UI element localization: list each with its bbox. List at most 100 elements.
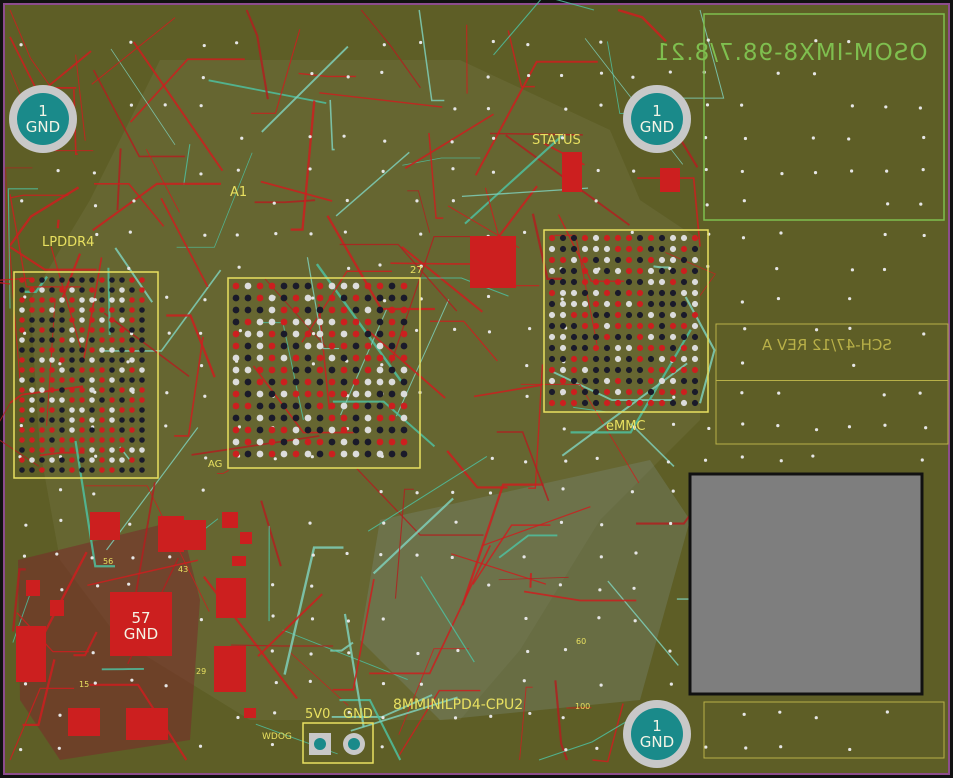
bga-ball (49, 357, 55, 363)
pcb-artwork[interactable] (0, 0, 953, 778)
via (486, 75, 490, 79)
bga-ball (548, 311, 556, 319)
bga-ball (570, 366, 578, 374)
bga-ball (109, 457, 115, 463)
bga-ball (79, 277, 85, 283)
bga-ball (680, 300, 688, 308)
bga-ball (614, 377, 622, 385)
bga-ball (59, 337, 65, 343)
bga-ball (280, 306, 288, 314)
bga-ball (316, 330, 324, 338)
bga-ball (570, 311, 578, 319)
bga-ball (592, 333, 600, 341)
smd-pad (244, 708, 256, 718)
via (486, 107, 491, 111)
via (564, 459, 568, 463)
bga-ball (19, 307, 25, 313)
bga-ball (244, 294, 252, 302)
bga-ball (603, 289, 611, 297)
connector-pin-gnd[interactable] (343, 733, 365, 755)
bga-ball (89, 457, 95, 463)
bga-ball (49, 367, 55, 373)
via (95, 232, 99, 237)
via (776, 71, 780, 75)
bga-ball (119, 437, 125, 443)
bga-ball (340, 294, 348, 302)
bga-ball (39, 327, 45, 333)
bga-ball (59, 417, 65, 423)
via (19, 43, 23, 47)
via (779, 231, 783, 235)
via (273, 711, 277, 715)
via (594, 199, 598, 203)
bga-ball (340, 402, 348, 410)
via (126, 360, 130, 364)
connector-pin-5v0[interactable] (309, 733, 331, 755)
via (383, 139, 387, 143)
bga-ball (680, 245, 688, 253)
smd-pad (222, 512, 238, 528)
via (347, 266, 351, 270)
bga-ball (592, 278, 600, 286)
capacitor-array[interactable] (470, 236, 516, 288)
bga-ball (109, 317, 115, 323)
bga-ball (614, 245, 622, 253)
bga-ball (340, 450, 348, 458)
bga-ball (614, 322, 622, 330)
via (453, 716, 458, 720)
bga-ball (388, 426, 396, 434)
bga-ball (570, 256, 578, 264)
bga-ball (292, 426, 300, 434)
bga-ball (669, 289, 677, 297)
bga-ball (581, 256, 589, 264)
bga-ball (256, 330, 264, 338)
bga-ball (340, 366, 348, 374)
bga-ball (364, 366, 372, 374)
bga-ball (268, 402, 276, 410)
bga-ball (400, 294, 408, 302)
bga-ball (680, 377, 688, 385)
bga-ball (364, 354, 372, 362)
via (562, 427, 566, 431)
bga-ball (680, 388, 688, 396)
bga-ball (352, 426, 360, 434)
via (883, 232, 887, 237)
bga-ball (570, 234, 578, 242)
via (525, 363, 529, 368)
bga-ball (581, 377, 589, 385)
bga-ball (304, 366, 312, 374)
pin-60-label: 60 (576, 637, 587, 646)
bga-ball (340, 390, 348, 398)
bga-ball (139, 467, 145, 473)
bga-ball (592, 311, 600, 319)
via (634, 551, 638, 555)
via (342, 134, 346, 138)
bga-ball (364, 282, 372, 290)
pcb-layout-canvas[interactable]: 1 GND 1 GND 1 GND 57 GND A1 LPDDR4 STATUS eM… (0, 0, 953, 778)
status-led-pad[interactable] (562, 152, 582, 192)
bga-ball (39, 337, 45, 343)
smd-pad (90, 512, 120, 540)
bga-ball (669, 322, 677, 330)
bga-ball (292, 438, 300, 446)
via (848, 297, 852, 301)
bga-ball (89, 437, 95, 443)
bga-ball (119, 447, 125, 453)
bga-ball (280, 354, 288, 362)
bga-ball (548, 344, 556, 352)
bga-ball (658, 388, 666, 396)
bga-ball (268, 426, 276, 434)
via (379, 553, 383, 557)
bga-ball (129, 367, 135, 373)
via (487, 330, 492, 334)
bga-ball (658, 234, 666, 242)
bga-ball (658, 333, 666, 341)
via (311, 332, 316, 336)
keepout-region[interactable] (688, 472, 924, 696)
wdog-label: WDOG (262, 732, 292, 742)
via (666, 460, 670, 464)
bga-ball (328, 378, 336, 386)
bga-ball (559, 399, 567, 407)
bga-ball (119, 327, 125, 333)
bga-ball (352, 450, 360, 458)
